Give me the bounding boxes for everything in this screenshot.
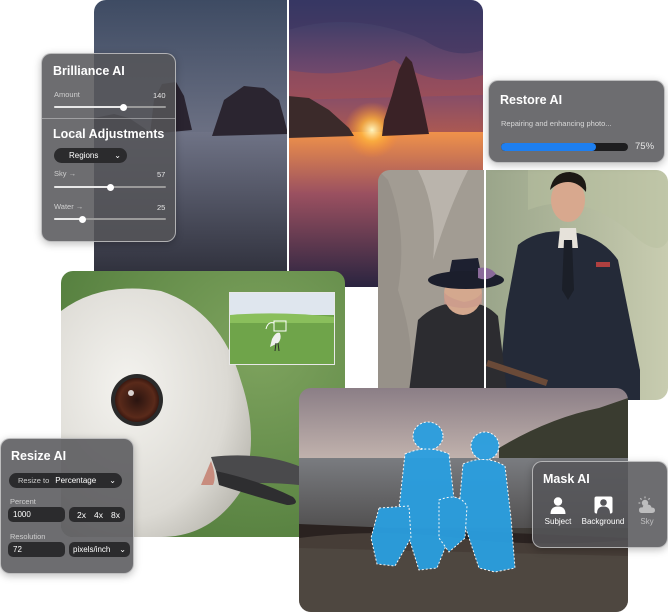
local-adjustments-title: Local Adjustments bbox=[53, 127, 165, 141]
resize-to-dropdown[interactable]: Resize to Percentage ⌄ bbox=[9, 473, 122, 488]
vintage-portrait-photo bbox=[378, 170, 668, 400]
water-slider[interactable] bbox=[54, 215, 166, 223]
chevron-down-icon: ⌄ bbox=[114, 151, 121, 160]
restore-progress-fill bbox=[501, 143, 597, 151]
chevron-down-icon: ⌄ bbox=[109, 476, 116, 485]
resolution-unit-dropdown[interactable]: pixels/inch ⌄ bbox=[69, 542, 130, 557]
restore-title: Restore AI bbox=[500, 93, 563, 107]
water-value: 25 bbox=[157, 203, 166, 212]
resolution-input[interactable]: 72 bbox=[8, 542, 65, 557]
sky-label: Sky → bbox=[54, 169, 77, 178]
multiplier-4x[interactable]: 4x bbox=[94, 510, 103, 520]
sky-cloud-icon bbox=[638, 496, 655, 513]
mask-title: Mask AI bbox=[543, 472, 590, 486]
brilliance-title: Brilliance AI bbox=[53, 64, 125, 78]
restore-status-text: Repairing and enhancing photo... bbox=[501, 119, 612, 128]
chevron-down-icon: ⌄ bbox=[119, 545, 126, 554]
multiplier-group: 2x 4x 8x bbox=[69, 507, 125, 522]
resolution-unit-value: pixels/inch bbox=[73, 545, 111, 554]
sky-value: 57 bbox=[157, 170, 166, 179]
resize-panel: Resize AI Resize to Percentage ⌄ Percent… bbox=[0, 438, 134, 574]
resize-to-label: Resize to bbox=[18, 476, 50, 485]
mask-option-subject[interactable]: Subject bbox=[539, 496, 577, 536]
person-icon bbox=[550, 497, 566, 514]
sky-slider-handle[interactable] bbox=[106, 183, 114, 191]
restore-panel: Restore AI Repairing and enhancing photo… bbox=[488, 80, 665, 163]
percent-input[interactable]: 1000 bbox=[8, 507, 65, 522]
resize-title: Resize AI bbox=[11, 449, 67, 463]
amount-value: 140 bbox=[153, 91, 166, 100]
sky-slider[interactable] bbox=[54, 183, 166, 191]
resolution-label: Resolution bbox=[10, 532, 46, 541]
water-slider-fill bbox=[54, 218, 82, 220]
restore-progress-text: 75% bbox=[635, 141, 655, 152]
mask-option-sky-label: Sky bbox=[640, 517, 654, 526]
amount-slider[interactable] bbox=[54, 103, 166, 111]
amount-slider-fill bbox=[54, 106, 124, 108]
panel-divider bbox=[42, 118, 175, 119]
mask-option-background[interactable]: Background bbox=[579, 496, 627, 536]
mask-option-sky[interactable]: Sky bbox=[631, 496, 663, 536]
water-label: Water → bbox=[54, 202, 84, 211]
water-slider-handle[interactable] bbox=[78, 215, 86, 223]
brilliance-panel: Brilliance AI Amount 140 Local Adjustmen… bbox=[41, 53, 176, 242]
multiplier-8x[interactable]: 8x bbox=[111, 510, 120, 520]
regions-dropdown[interactable]: Regions ⌄ bbox=[54, 148, 127, 163]
multiplier-2x[interactable]: 2x bbox=[77, 510, 86, 520]
sky-slider-fill bbox=[54, 186, 110, 188]
mask-panel: Mask AI Subject Background Sky bbox=[532, 461, 668, 548]
restore-progress-bar bbox=[501, 143, 628, 151]
percent-label: Percent bbox=[10, 497, 36, 506]
mask-option-background-label: Background bbox=[581, 517, 625, 526]
background-icon bbox=[594, 496, 612, 514]
regions-label: Regions bbox=[69, 151, 99, 160]
resize-to-value: Percentage bbox=[55, 476, 97, 485]
bird-inset-thumbnail bbox=[229, 292, 335, 365]
mask-option-subject-label: Subject bbox=[544, 517, 572, 526]
amount-slider-handle[interactable] bbox=[119, 103, 127, 111]
amount-label: Amount bbox=[54, 90, 80, 99]
